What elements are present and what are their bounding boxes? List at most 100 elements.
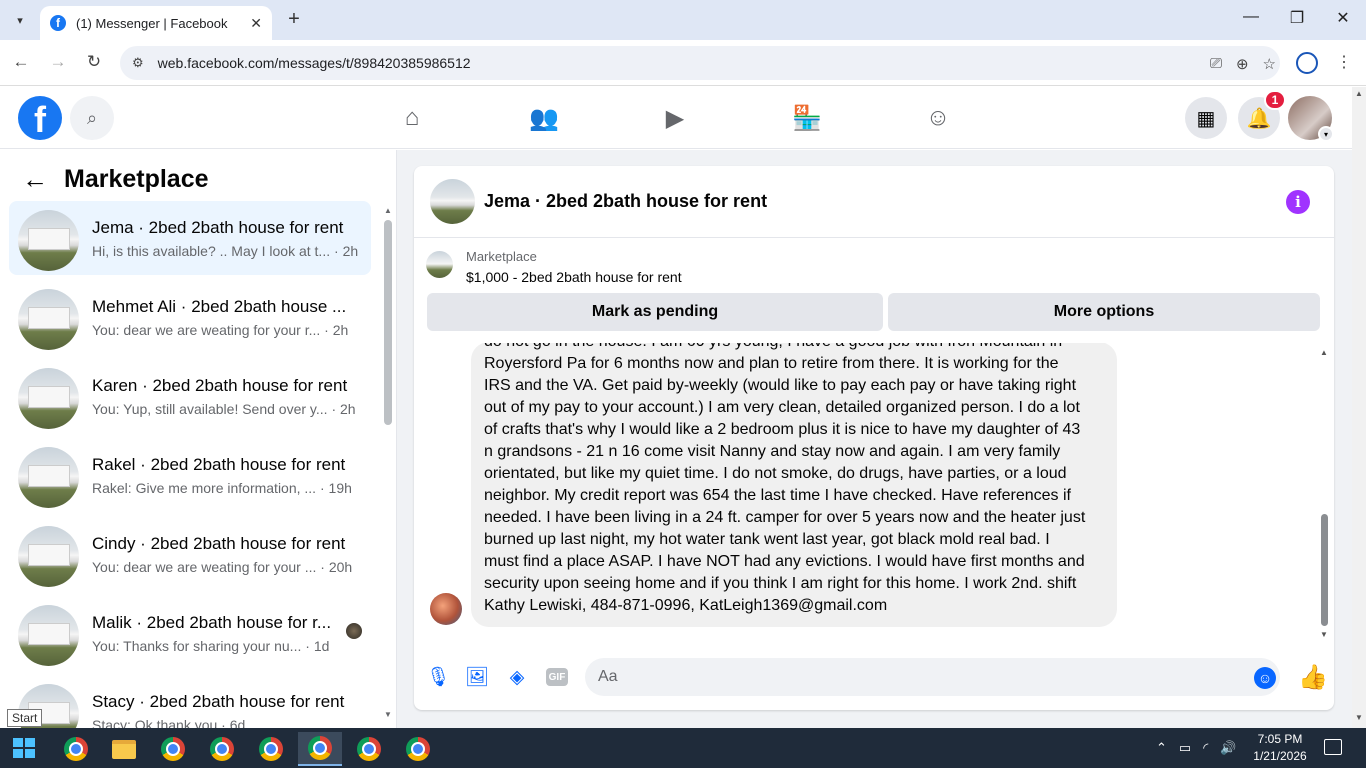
message-text: must find a place ASAP. I have NOT had a… [484,553,1085,570]
system-clock[interactable]: 7:05 PM 1/21/2026 [1250,731,1310,765]
conversation-preview: You: Thanks for sharing your nu... · 1d [92,638,330,654]
message-text: Royersford Pa for 6 months now and plan … [484,355,1059,372]
windows-taskbar: ⌃ ▭ ◜ 🔊 7:05 PM 1/21/2026 [0,728,1366,768]
listing-price: $1,000 - 2bed 2bath house for rent [466,269,682,285]
close-tab-icon[interactable]: ✕ [250,15,262,32]
conversation-preview: You: dear we are weating for your r... ·… [92,322,349,338]
listing-thumbnail [18,368,79,429]
message-text: neighbor. My credit report was 654 the l… [484,487,1071,504]
reload-icon[interactable]: ↻ [83,52,105,72]
chrome-taskbar-icon[interactable] [249,732,293,766]
listing-thumbnail[interactable] [430,179,475,224]
info-icon[interactable]: i [1286,190,1310,214]
conversation-item[interactable]: Rakel · 2bed 2bath house for rent Rakel:… [9,438,371,512]
thumbs-up-icon[interactable]: 👍 [1298,663,1328,692]
tab-search-icon[interactable]: ▾ [8,8,32,32]
conversation-item[interactable]: Jema · 2bed 2bath house for rent Hi, is … [9,201,371,275]
address-bar[interactable]: ⚙ web.facebook.com/messages/t/8984203859… [120,46,1280,80]
back-arrow-icon[interactable]: ← [22,164,48,195]
listing-thumbnail [18,447,79,508]
site-info-icon[interactable]: ⚙ [132,55,144,71]
notification-center-icon[interactable] [1324,739,1342,755]
browser-menu-icon[interactable]: ⋮ [1336,52,1352,72]
new-tab-icon[interactable]: + [282,8,306,31]
windows-start-icon[interactable] [8,736,38,760]
microphone-icon[interactable]: 🎙 [425,664,451,690]
listing-category: Marketplace [466,249,537,264]
page-scrollbar[interactable]: ▲ ▼ [1352,87,1366,728]
scroll-up-icon[interactable]: ▲ [1355,89,1363,98]
emoji-icon[interactable]: ☺ [1254,667,1276,689]
messages-scrollbar[interactable]: ▲ ▼ [1318,348,1330,639]
listing-thumbnail [18,289,79,350]
facebook-logo-icon[interactable]: f [18,96,62,140]
gif-icon[interactable]: GIF [546,668,568,686]
wifi-icon[interactable]: ◜ [1203,740,1208,756]
conversation-item[interactable]: Cindy · 2bed 2bath house for rent You: d… [9,517,371,591]
message-text: Kathy Lewiski, 484-871-0996, KatLeigh136… [484,597,888,614]
back-icon[interactable]: ← [10,52,32,72]
chevron-up-icon[interactable]: ⌃ [1156,740,1167,756]
restore-icon[interactable]: ❐ [1282,8,1312,28]
facebook-favicon-icon: f [50,15,66,31]
conversation-name: Malik · 2bed 2bath house for r... [92,613,332,632]
listing-thumbnail [18,210,79,271]
chrome-taskbar-icon[interactable] [54,732,98,766]
url-text: web.facebook.com/messages/t/898420385986… [157,55,471,71]
browser-toolbar: ← → ↻ ⚙ web.facebook.com/messages/t/8984… [0,40,1366,86]
chrome-taskbar-icon[interactable] [200,732,244,766]
zoom-icon[interactable]: ⊕ [1236,55,1249,73]
sidebar-scrollbar[interactable]: ▲ ▼ [384,206,392,720]
marketplace-icon[interactable]: 🏪 [777,101,837,135]
conversation-name: Stacy · 2bed 2bath house for rent [92,692,345,711]
file-explorer-icon[interactable] [102,732,146,766]
message-text: orientated, but like my quiet time. I do… [484,465,1067,482]
mark-as-pending-button[interactable]: Mark as pending [427,293,883,331]
browser-profile-icon[interactable] [1296,52,1318,74]
conversation-name: Karen · 2bed 2bath house for rent [92,376,348,395]
sender-avatar[interactable] [430,593,462,625]
message-text: IRS and the VA. Get paid by-weekly (woul… [484,377,1077,394]
chrome-taskbar-icon[interactable] [396,732,440,766]
scrollbar-thumb[interactable] [384,220,392,425]
message-input[interactable]: Aa [585,658,1280,696]
conversation-item[interactable]: Stacy · 2bed 2bath house for rent Stacy:… [9,675,371,728]
scroll-up-icon[interactable]: ▲ [384,206,392,215]
sticker-icon[interactable]: ◈ [504,664,530,690]
chrome-taskbar-icon[interactable] [298,732,342,766]
battery-icon[interactable]: ▭ [1179,740,1191,756]
message-text: of crafts that's why I would like a 2 be… [484,421,1081,438]
message-text: out of my pay to your account.) I am ver… [484,399,1080,416]
chevron-down-icon[interactable]: ▾ [1318,126,1334,142]
conversation-item[interactable]: Malik · 2bed 2bath house for r... You: T… [9,596,371,670]
more-options-button[interactable]: More options [888,293,1320,331]
chrome-taskbar-icon[interactable] [151,732,195,766]
watch-icon[interactable]: ▶ [645,101,705,135]
menu-grid-icon[interactable]: ▦ [1185,97,1227,139]
scroll-down-icon[interactable]: ▼ [384,710,392,719]
friends-icon[interactable]: 👥 [514,101,574,135]
message-composer: 🎙 🖼 ◈ GIF Aa ☺ 👍 [414,650,1334,706]
scroll-down-icon[interactable]: ▼ [1320,630,1328,639]
scrollbar-thumb[interactable] [1321,514,1328,626]
conversation-preview: Hi, is this available? .. May I look at … [92,243,359,259]
install-app-icon[interactable]: ⎚ [1210,55,1222,73]
chat-title[interactable]: Jema · 2bed 2bath house for rent [484,191,767,212]
conversation-item[interactable]: Karen · 2bed 2bath house for rent You: Y… [9,359,371,433]
photo-icon[interactable]: 🖼 [464,664,490,690]
bookmark-star-icon[interactable]: ☆ [1263,55,1276,73]
browser-tab[interactable]: f (1) Messenger | Facebook ✕ [40,6,272,40]
forward-icon[interactable]: → [47,52,69,72]
groups-icon[interactable]: ☺ [908,101,968,135]
minimize-icon[interactable]: — [1236,8,1266,26]
volume-icon[interactable]: 🔊 [1220,740,1236,756]
scroll-up-icon[interactable]: ▲ [1320,348,1328,357]
message-text: do not go in the house. I am 60 yrs youn… [484,343,1062,353]
close-window-icon[interactable]: ✕ [1328,8,1358,28]
chrome-taskbar-icon[interactable] [347,732,391,766]
home-icon[interactable]: ⌂ [382,101,442,135]
search-icon[interactable]: ⌕ [70,96,114,140]
scroll-down-icon[interactable]: ▼ [1355,713,1363,722]
conversation-item[interactable]: Mehmet Ali · 2bed 2bath house ... You: d… [9,280,371,354]
clock-time: 7:05 PM [1257,732,1303,746]
